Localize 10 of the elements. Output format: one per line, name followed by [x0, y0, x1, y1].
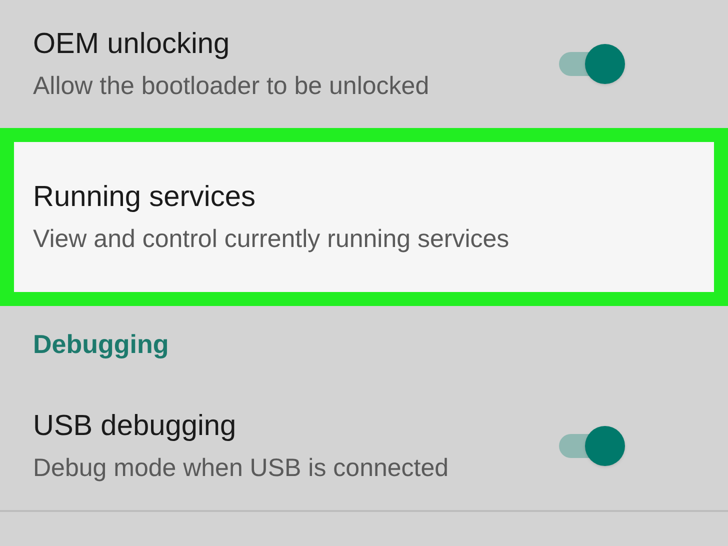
highlighted-setting-row[interactable]: Running services View and control currently running services	[0, 128, 728, 306]
setting-title: USB debugging	[33, 409, 238, 443]
toggle-switch[interactable]	[557, 426, 625, 466]
setting-summary: Allow the bootloader to be unlocked	[33, 71, 430, 101]
setting-title: Running services	[33, 180, 256, 214]
setting-title: OEM unlocking	[33, 27, 231, 61]
toggle-switch[interactable]	[557, 44, 625, 84]
setting-summary: View and control currently running services	[33, 224, 510, 254]
section-header: Debugging	[33, 328, 169, 360]
setting-summary: Debug mode when USB is connected	[33, 453, 450, 483]
